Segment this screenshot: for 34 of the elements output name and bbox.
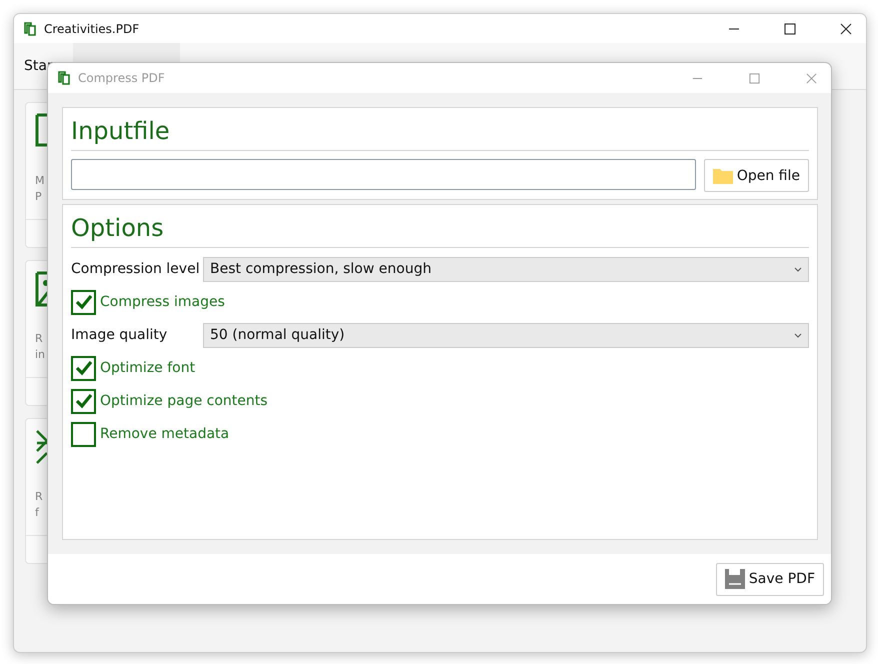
- file-path-field[interactable]: [71, 159, 696, 190]
- pages-icon: [35, 113, 49, 149]
- dropdown[interactable]: Best compression, slow enough: [203, 256, 809, 282]
- maximize-icon[interactable]: [784, 22, 796, 34]
- field-label: Image quality: [71, 327, 168, 343]
- checkbox[interactable]: [71, 356, 96, 380]
- app-logo-icon: [24, 22, 38, 36]
- close-icon[interactable]: [840, 22, 852, 34]
- checkbox[interactable]: [71, 290, 96, 314]
- checkbox-label[interactable]: Optimize page contents: [100, 393, 268, 409]
- card-text: M: [35, 173, 46, 189]
- folder-icon: [712, 168, 733, 184]
- field-label: Compression level: [71, 261, 201, 277]
- open-file-button[interactable]: Open file: [704, 159, 809, 192]
- card-text: R: [35, 489, 44, 505]
- card-text: in: [35, 347, 46, 363]
- dropdown[interactable]: 50 (normal quality): [203, 322, 809, 348]
- dialog-title: Compress PDF: [78, 71, 165, 85]
- chevron-down-icon: [794, 266, 802, 272]
- section-heading: Options: [71, 213, 165, 243]
- checkbox[interactable]: [71, 422, 96, 446]
- app-logo-icon: [58, 71, 72, 85]
- checkbox-label[interactable]: Remove metadata: [100, 426, 230, 442]
- window-title: Creativities.PDF: [44, 22, 140, 36]
- chevron-down-icon: [794, 332, 802, 338]
- checkbox-label[interactable]: Optimize font: [100, 360, 196, 376]
- checkbox-label[interactable]: Compress images: [100, 294, 225, 310]
- arrows-icon: [35, 429, 49, 465]
- section-heading: Inputfile: [71, 116, 171, 146]
- card-text: P: [35, 189, 43, 205]
- card-text: f: [35, 505, 40, 521]
- save-pdf-button[interactable]: Save PDF: [716, 562, 824, 596]
- checkbox[interactable]: [71, 388, 96, 414]
- image-icon: [35, 271, 49, 307]
